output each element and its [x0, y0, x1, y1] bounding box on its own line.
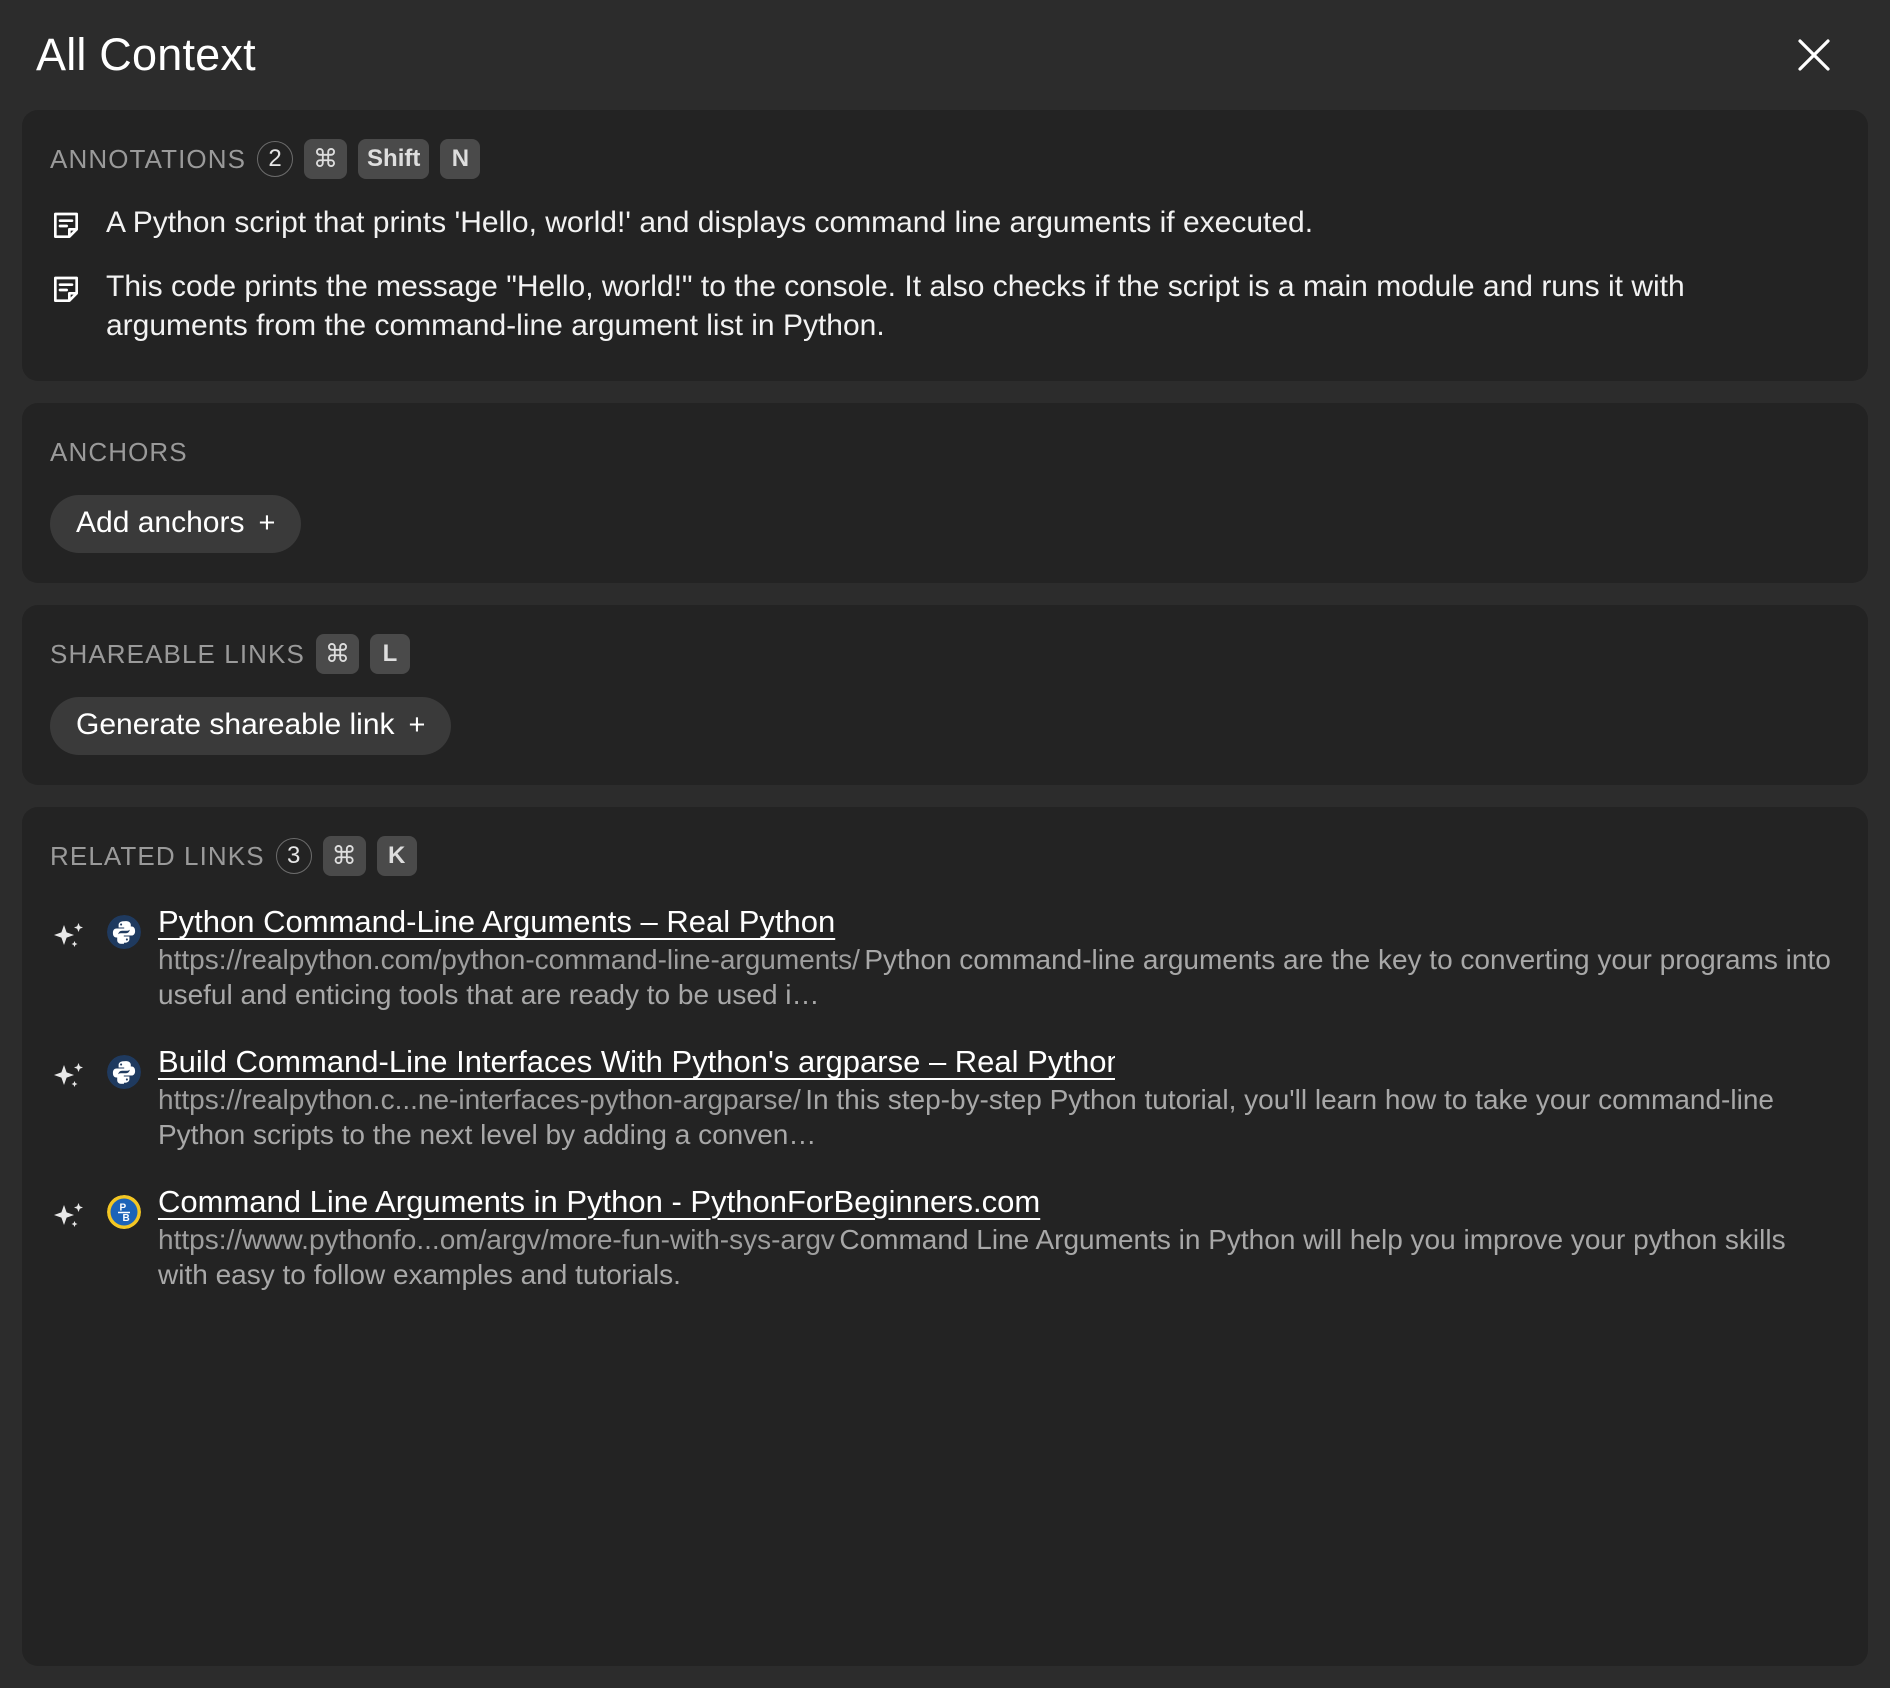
- shortcut-key-command: ⌘: [304, 139, 348, 179]
- close-icon[interactable]: [1786, 27, 1842, 83]
- shortcut-key-command: ⌘: [322, 836, 366, 877]
- plus-icon: +: [408, 708, 426, 741]
- sparkle-icon: [50, 903, 90, 962]
- related-links-label: RELATED LINKS: [50, 840, 265, 871]
- annotations-count-badge: 2: [257, 141, 294, 177]
- shareable-links-label: SHAREABLE LINKS: [50, 638, 305, 669]
- shareable-links-header: SHAREABLE LINKS ⌘ L: [50, 634, 1840, 675]
- sparkle-icon: [50, 1183, 90, 1242]
- pythonforbeginners-logo-icon: P B: [107, 1194, 141, 1229]
- annotations-label: ANNOTATIONS: [50, 143, 247, 174]
- annotations-section: ANNOTATIONS 2 ⌘ Shift N A Python script …: [22, 110, 1868, 382]
- annotations-header: ANNOTATIONS 2 ⌘ Shift N: [50, 139, 1840, 179]
- shortcut-key-command: ⌘: [315, 634, 359, 675]
- annotation-item[interactable]: A Python script that prints 'Hello, worl…: [50, 204, 1840, 242]
- annotation-text: This code prints the message "Hello, wor…: [106, 270, 1685, 342]
- annotations-list: A Python script that prints 'Hello, worl…: [50, 204, 1840, 345]
- anchors-section: ANCHORS Add anchors +: [22, 403, 1868, 584]
- anchors-label: ANCHORS: [50, 436, 188, 467]
- annotation-text: A Python script that prints 'Hello, worl…: [106, 206, 1314, 239]
- link-body: Python Command-Line Arguments – Real Pyt…: [158, 903, 1840, 1013]
- python-logo-icon: [107, 915, 141, 950]
- page-title: All Context: [36, 29, 256, 80]
- generate-shareable-link-button[interactable]: Generate shareable link +: [50, 697, 452, 756]
- panel-header: All Context: [22, 0, 1868, 110]
- plus-icon: +: [258, 506, 276, 539]
- anchors-header: ANCHORS: [50, 433, 1840, 471]
- list-item[interactable]: Build Command-Line Interfaces With Pytho…: [50, 1043, 1840, 1153]
- all-context-panel: All Context ANNOTATIONS 2 ⌘ Shift N A Py…: [0, 0, 1890, 1688]
- related-links-header: RELATED LINKS 3 ⌘ K: [50, 836, 1840, 877]
- note-icon: [50, 268, 86, 306]
- shortcut-key-l: L: [369, 634, 410, 675]
- python-logo-icon: [107, 1055, 141, 1090]
- link-body: Build Command-Line Interfaces With Pytho…: [158, 1043, 1840, 1153]
- shareable-links-section: SHAREABLE LINKS ⌘ L Generate shareable l…: [22, 605, 1868, 786]
- shortcut-key-k: K: [376, 836, 417, 877]
- annotation-item[interactable]: This code prints the message "Hello, wor…: [50, 268, 1840, 345]
- related-links-section: RELATED LINKS 3 ⌘ K Python Command-Line …: [22, 807, 1868, 1666]
- note-icon: [50, 204, 86, 242]
- add-anchors-label: Add anchors: [76, 506, 245, 540]
- related-link-url: https://realpython.c...ne-interfaces-pyt…: [158, 1083, 801, 1115]
- related-link-title[interactable]: Command Line Arguments in Python - Pytho…: [158, 1183, 1115, 1222]
- related-link-title[interactable]: Python Command-Line Arguments – Real Pyt…: [158, 903, 1115, 942]
- svg-text:B: B: [123, 1213, 130, 1224]
- list-item[interactable]: Python Command-Line Arguments – Real Pyt…: [50, 903, 1840, 1013]
- related-link-url: https://www.pythonfo...om/argv/more-fun-…: [158, 1223, 835, 1255]
- list-item[interactable]: P B Command Line Arguments in Python - P…: [50, 1183, 1840, 1293]
- shortcut-key-shift: Shift: [358, 139, 430, 179]
- generate-shareable-link-label: Generate shareable link: [76, 708, 395, 742]
- related-link-url: https://realpython.com/python-command-li…: [158, 943, 860, 975]
- link-body: Command Line Arguments in Python - Pytho…: [158, 1183, 1840, 1293]
- sparkle-icon: [50, 1043, 90, 1102]
- add-anchors-button[interactable]: Add anchors +: [50, 495, 302, 554]
- shortcut-key-n: N: [440, 139, 481, 179]
- related-links-count-badge: 3: [275, 838, 312, 875]
- related-links-list: Python Command-Line Arguments – Real Pyt…: [50, 903, 1840, 1293]
- related-link-title[interactable]: Build Command-Line Interfaces With Pytho…: [158, 1043, 1115, 1082]
